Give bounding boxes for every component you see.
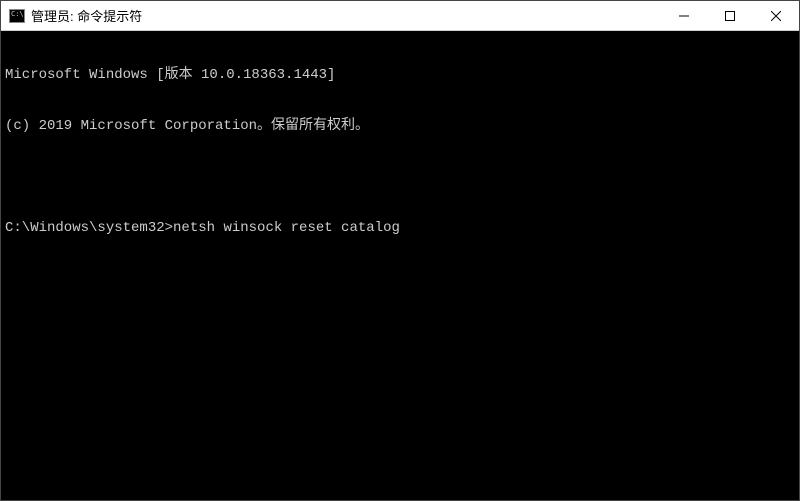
terminal-output-line: Microsoft Windows [版本 10.0.18363.1443] <box>5 67 795 84</box>
cmd-window: 管理员: 命令提示符 Microsoft Windows [版本 10.0.18… <box>0 0 800 501</box>
terminal-blank-line <box>5 169 795 186</box>
window-title: 管理员: 命令提示符 <box>31 6 142 25</box>
maximize-button[interactable] <box>707 1 753 30</box>
close-button[interactable] <box>753 1 799 30</box>
terminal-prompt-line: C:\Windows\system32> <box>5 220 795 237</box>
maximize-icon <box>725 11 735 21</box>
terminal-command-input[interactable] <box>173 220 795 237</box>
titlebar[interactable]: 管理员: 命令提示符 <box>1 1 799 31</box>
terminal-prompt: C:\Windows\system32> <box>5 220 173 237</box>
window-controls <box>661 1 799 30</box>
minimize-icon <box>679 11 689 21</box>
cmd-icon <box>9 9 25 23</box>
terminal-output-line: (c) 2019 Microsoft Corporation。保留所有权利。 <box>5 118 795 135</box>
terminal-area[interactable]: Microsoft Windows [版本 10.0.18363.1443] (… <box>1 31 799 500</box>
minimize-button[interactable] <box>661 1 707 30</box>
close-icon <box>771 11 781 21</box>
